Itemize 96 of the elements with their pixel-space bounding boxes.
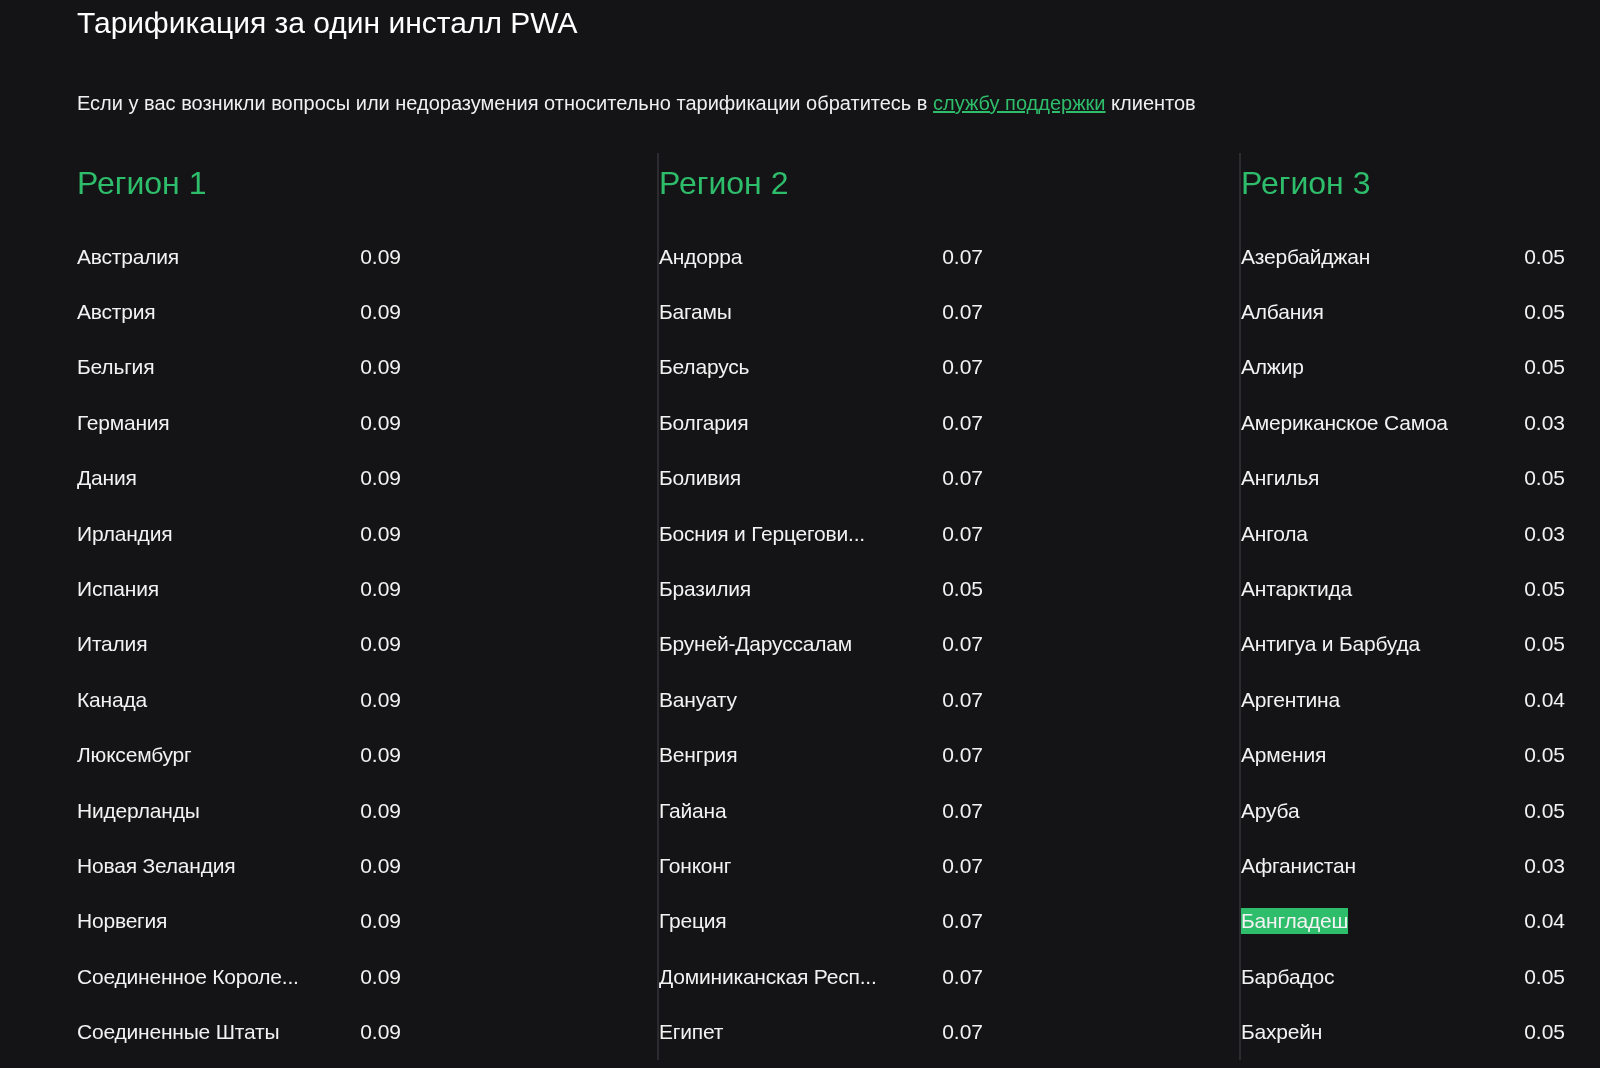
country-name: Армения xyxy=(1241,742,1327,769)
price-value: 0.09 xyxy=(360,410,401,435)
country-name: Норвегия xyxy=(77,908,168,935)
country-name: Андорра xyxy=(659,243,743,270)
country-name: Ангилья xyxy=(1241,465,1320,492)
price-value: 0.07 xyxy=(942,687,983,712)
country-name: Новая Зеландия xyxy=(77,853,236,879)
country-name: Германия xyxy=(77,409,170,436)
price-value: 0.09 xyxy=(360,244,401,269)
country-name: Бельгия xyxy=(77,354,155,381)
page-title: Тарификация за один инсталл PWA xyxy=(77,5,579,41)
country-name: Дания xyxy=(77,465,137,492)
price-value: 0.07 xyxy=(942,466,983,491)
price-value: 0.09 xyxy=(360,798,401,823)
country-name: Ирландия xyxy=(77,520,173,547)
price-value: 0.09 xyxy=(360,521,401,546)
price-value: 0.07 xyxy=(942,909,983,934)
country-name: Барбадос xyxy=(1241,963,1335,990)
price-value: 0.04 xyxy=(1524,687,1565,712)
price-value: 0.03 xyxy=(1524,410,1565,435)
country-name: Бруней-Даруссалам xyxy=(659,631,852,658)
price-value: 0.05 xyxy=(1524,1020,1565,1045)
price-value: 0.05 xyxy=(1524,244,1565,269)
price-value: 0.03 xyxy=(1524,521,1565,546)
price-value: 0.05 xyxy=(1524,743,1565,768)
country-name: Гонконг xyxy=(659,853,732,879)
price-value: 0.09 xyxy=(360,854,401,878)
country-name: Антигуа и Барбуда xyxy=(1241,631,1420,658)
country-name: Австралия xyxy=(77,243,179,270)
country-name: Азербайджан xyxy=(1241,243,1371,270)
country-name: Австрия xyxy=(77,299,156,326)
country-name: Венгрия xyxy=(659,742,738,769)
country-name: Канада xyxy=(77,686,147,713)
country-name: Нидерланды xyxy=(77,797,200,824)
country-name: Антарктида xyxy=(1241,576,1353,603)
country-name: Соединенное Короле... xyxy=(77,963,299,990)
country-name: Бахрейн xyxy=(1241,1019,1323,1046)
price-value: 0.05 xyxy=(1524,798,1565,823)
support-link[interactable]: службу поддержки xyxy=(933,92,1106,114)
price-value: 0.09 xyxy=(360,577,401,602)
price-value: 0.05 xyxy=(1524,300,1565,325)
price-value: 0.09 xyxy=(360,909,401,934)
price-value: 0.05 xyxy=(942,577,983,602)
price-value: 0.07 xyxy=(942,798,983,823)
price-value: 0.09 xyxy=(360,355,401,380)
price-value: 0.07 xyxy=(942,355,983,380)
country-name: Албания xyxy=(1241,299,1324,326)
price-value: 0.09 xyxy=(360,743,401,768)
price-value: 0.07 xyxy=(942,854,983,878)
country-name: Босния и Герцегови... xyxy=(659,520,865,547)
price-value: 0.05 xyxy=(1524,964,1565,989)
price-value: 0.07 xyxy=(942,743,983,768)
price-value: 0.07 xyxy=(942,521,983,546)
country-name: Беларусь xyxy=(659,354,750,381)
country-name: Аруба xyxy=(1241,797,1300,824)
country-name: Боливия xyxy=(659,465,741,492)
price-value: 0.04 xyxy=(1524,909,1565,934)
country-name: Багамы xyxy=(659,299,732,326)
price-value: 0.09 xyxy=(360,632,401,657)
region-title: Регион 2 xyxy=(659,164,790,203)
country-name: Соединенные Штаты xyxy=(77,1019,280,1046)
region-title: Регион 1 xyxy=(77,164,208,203)
country-name: Италия xyxy=(77,631,148,658)
country-name: Бангладеш xyxy=(1241,908,1349,935)
price-value: 0.05 xyxy=(1524,355,1565,380)
country-name: Вануату xyxy=(659,686,737,713)
price-value: 0.05 xyxy=(1524,466,1565,491)
country-name: Афганистан xyxy=(1241,853,1356,879)
country-name: Американское Самоа xyxy=(1241,409,1448,436)
country-name: Алжир xyxy=(1241,354,1304,381)
country-name: Аргентина xyxy=(1241,686,1340,713)
country-name: Доминиканская Респ... xyxy=(659,963,877,990)
country-name: Гайана xyxy=(659,797,727,824)
price-value: 0.09 xyxy=(360,964,401,989)
price-value: 0.09 xyxy=(360,1020,401,1045)
price-value: 0.07 xyxy=(942,964,983,989)
price-value: 0.07 xyxy=(942,1020,983,1045)
price-value: 0.07 xyxy=(942,300,983,325)
price-value: 0.09 xyxy=(360,466,401,491)
support-notice: Если у вас возникли вопросы или недоразумения относительно тарификации обратитесь в службу поддержки клиентов xyxy=(77,91,1197,116)
country-name: Болгария xyxy=(659,409,749,436)
price-value: 0.07 xyxy=(942,632,983,657)
price-value: 0.07 xyxy=(942,410,983,435)
country-name: Люксембург xyxy=(77,742,192,769)
country-name: Египет xyxy=(659,1019,724,1046)
region-title: Регион 3 xyxy=(1241,164,1372,203)
country-name: Бразилия xyxy=(659,576,752,603)
country-name: Испания xyxy=(77,576,159,603)
price-value: 0.05 xyxy=(1524,577,1565,602)
price-value: 0.07 xyxy=(942,244,983,269)
price-value: 0.05 xyxy=(1524,632,1565,657)
price-value: 0.03 xyxy=(1524,854,1565,878)
country-name: Греция xyxy=(659,908,727,935)
country-name: Ангола xyxy=(1241,520,1308,547)
price-value: 0.09 xyxy=(360,300,401,325)
price-value: 0.09 xyxy=(360,687,401,712)
